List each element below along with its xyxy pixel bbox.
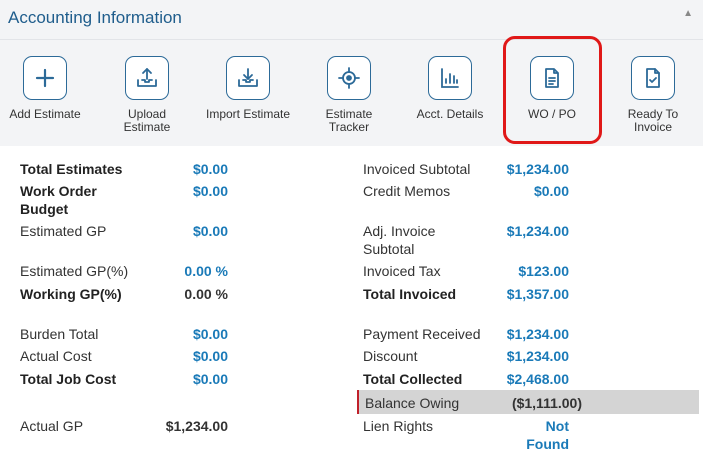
bar-chart-icon xyxy=(428,56,472,100)
total-collected-label: Total Collected xyxy=(363,371,463,387)
burden-total-value: $0.00 xyxy=(192,326,228,342)
estimate-tracker-label: Estimate Tracker xyxy=(325,107,373,134)
document-check-icon xyxy=(631,56,675,100)
actual-cost-value: $0.00 xyxy=(192,348,228,364)
working-gp-pct-value: 0.00 % xyxy=(184,286,228,302)
credit-memos-label: Credit Memos xyxy=(363,183,451,199)
ready-to-invoice-label: Ready To Invoice xyxy=(627,107,679,134)
upload-estimate-button[interactable]: Upload Estimate xyxy=(104,56,190,134)
burden-total-label: Burden Total xyxy=(20,326,99,342)
estimated-gp-pct-value: 0.00 % xyxy=(184,263,228,279)
actual-gp-label: Actual GP xyxy=(20,418,84,434)
acct-details-button[interactable]: Acct. Details xyxy=(407,56,493,121)
payment-received-label: Payment Received xyxy=(363,326,481,342)
add-estimate-button[interactable]: Add Estimate xyxy=(2,56,88,121)
estimated-gp-pct-label: Estimated GP(%) xyxy=(20,263,129,279)
total-estimates-label: Total Estimates xyxy=(20,161,123,177)
add-estimate-label: Add Estimate xyxy=(9,107,81,121)
total-estimates-value: $0.00 xyxy=(192,161,228,177)
balance-owing-label: Balance Owing xyxy=(365,395,460,411)
lien-rights-label: Lien Rights xyxy=(363,418,434,434)
total-invoiced-value: $1,357.00 xyxy=(506,286,569,302)
total-invoiced-label: Total Invoiced xyxy=(363,286,457,302)
estimate-tracker-button[interactable]: Estimate Tracker xyxy=(306,56,392,134)
total-collected-value: $2,468.00 xyxy=(506,371,569,387)
work-order-budget-label: Work Order Budget xyxy=(20,183,97,217)
plus-icon xyxy=(23,56,67,100)
import-tray-icon xyxy=(226,56,270,100)
discount-label: Discount xyxy=(363,348,418,364)
estimated-gp-value: $0.00 xyxy=(192,223,228,239)
actual-cost-label: Actual Cost xyxy=(20,348,92,364)
adj-invoice-subtotal-value: $1,234.00 xyxy=(506,223,569,239)
balance-owing-value: ($1,111.00) xyxy=(511,395,582,411)
invoiced-subtotal-value: $1,234.00 xyxy=(506,161,569,177)
caret-up-icon[interactable]: ▲ xyxy=(683,8,693,19)
upload-tray-icon xyxy=(125,56,169,100)
actual-gp-value: $1,234.00 xyxy=(165,418,228,434)
invoiced-tax-label: Invoiced Tax xyxy=(363,263,441,279)
section-title: Accounting Information xyxy=(8,8,182,27)
selection-highlight xyxy=(503,36,602,144)
invoiced-tax-value: $123.00 xyxy=(518,263,569,279)
payment-received-value: $1,234.00 xyxy=(506,326,569,342)
adj-invoice-subtotal-label: Adj. Invoice Subtotal xyxy=(363,223,436,257)
section-header: Accounting Information ▲ xyxy=(0,0,703,40)
discount-value: $1,234.00 xyxy=(506,348,569,364)
estimated-gp-label: Estimated GP xyxy=(20,223,107,239)
import-estimate-label: Import Estimate xyxy=(205,107,291,121)
upload-estimate-label: Upload Estimate xyxy=(123,107,171,134)
target-icon xyxy=(327,56,371,100)
invoiced-subtotal-label: Invoiced Subtotal xyxy=(363,161,471,177)
total-job-cost-value: $0.00 xyxy=(192,371,228,387)
total-job-cost-label: Total Job Cost xyxy=(20,371,117,387)
lien-rights-value[interactable]: Not Found xyxy=(519,417,569,451)
credit-memos-value: $0.00 xyxy=(533,183,569,199)
work-order-budget-value: $0.00 xyxy=(192,183,228,199)
ready-to-invoice-button[interactable]: Ready To Invoice xyxy=(610,56,696,134)
import-estimate-button[interactable]: Import Estimate xyxy=(205,56,291,121)
working-gp-pct-label: Working GP(%) xyxy=(20,286,122,302)
acct-details-label: Acct. Details xyxy=(416,107,484,121)
